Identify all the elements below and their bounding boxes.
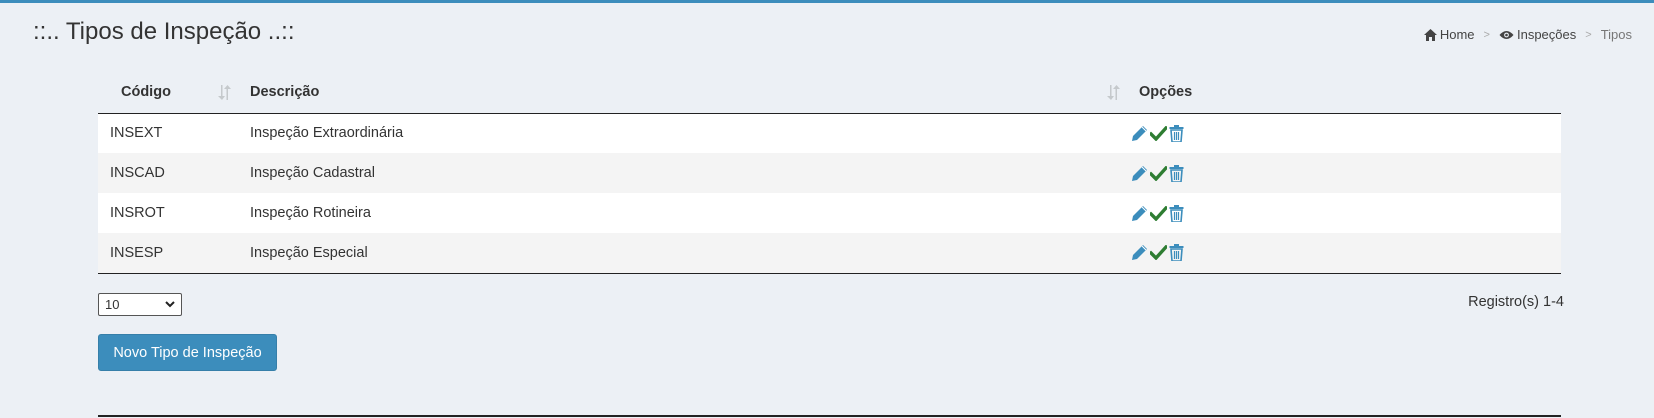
column-header-codigo[interactable]: Código [98, 72, 242, 114]
breadcrumb-separator: > [1585, 28, 1592, 41]
cell-description: Inspeção Extraordinária [250, 125, 404, 142]
delete-trash-icon[interactable] [1169, 204, 1184, 222]
home-icon [1423, 28, 1437, 41]
cell-description: Inspeção Cadastral [250, 165, 375, 181]
page-title: ::.. Tipos de Inspeção ..:: [33, 18, 295, 45]
table-row: INSESP Inspeção Especial [98, 233, 1561, 274]
breadcrumb: Home > Inspeções > Tipos [1423, 27, 1632, 42]
edit-pencil-icon[interactable] [1131, 125, 1148, 142]
eye-icon [1499, 30, 1514, 39]
cell-code: INSESP [98, 233, 242, 274]
footer-divider [98, 415, 1561, 417]
activate-check-icon[interactable] [1150, 245, 1167, 261]
breadcrumb-home-label: Home [1439, 27, 1475, 42]
breadcrumb-home[interactable]: Home [1423, 27, 1475, 42]
activate-check-icon[interactable] [1150, 205, 1167, 221]
breadcrumb-separator: > [1483, 28, 1490, 41]
delete-trash-icon[interactable] [1169, 164, 1184, 182]
cell-options [1131, 113, 1561, 153]
cell-options [1131, 233, 1561, 274]
breadcrumb-tipos: Tipos [1600, 27, 1632, 42]
delete-trash-icon[interactable] [1169, 244, 1184, 262]
cell-code: INSEXT [110, 125, 163, 142]
types-table-container: Código Descrição Opções INSEXT Inspeção E… [98, 72, 1561, 274]
cell-code: INSCAD [110, 165, 165, 181]
edit-pencil-icon[interactable] [1131, 205, 1148, 222]
table-row: INSCAD Inspeção Cadastral [98, 153, 1561, 193]
cell-description: Inspeção Rotineira [250, 205, 371, 221]
page-size-value: 10 [105, 297, 120, 312]
edit-pencil-icon[interactable] [1131, 165, 1148, 182]
sort-icon [218, 85, 231, 100]
chevron-down-icon [165, 301, 175, 308]
breadcrumb-inspecoes[interactable]: Inspeções [1499, 27, 1576, 42]
delete-trash-icon[interactable] [1169, 124, 1184, 142]
activate-check-icon[interactable] [1150, 165, 1167, 181]
breadcrumb-inspecoes-label: Inspeções [1516, 27, 1577, 42]
cell-options [1131, 193, 1561, 233]
sort-icon [1107, 85, 1120, 100]
table-header-row: Código Descrição Opções [98, 72, 1561, 114]
column-header-descricao[interactable]: Descrição [242, 72, 1131, 114]
cell-code: INSROT [110, 205, 165, 221]
table-row: INSROT Inspeção Rotineira [98, 193, 1561, 233]
new-inspection-type-button[interactable]: Novo Tipo de Inspeção [98, 334, 277, 371]
edit-pencil-icon[interactable] [1131, 244, 1148, 261]
table-row: INSEXT Inspeção Extraordinária [98, 113, 1561, 153]
cell-description: Inspeção Especial [242, 233, 1131, 274]
column-header-opcoes: Opções [1131, 72, 1561, 114]
page-size-select[interactable]: 10 [98, 293, 182, 316]
table-body: INSEXT Inspeção Extraordinária INSCAD Inspe… [98, 113, 1561, 274]
records-count: Registro(s) 1-4 [1468, 294, 1564, 310]
top-accent-bar [0, 0, 1654, 3]
types-table: Código Descrição Opções INSEXT Inspeção E… [98, 72, 1561, 274]
activate-check-icon[interactable] [1150, 125, 1167, 141]
cell-options [1131, 153, 1561, 193]
